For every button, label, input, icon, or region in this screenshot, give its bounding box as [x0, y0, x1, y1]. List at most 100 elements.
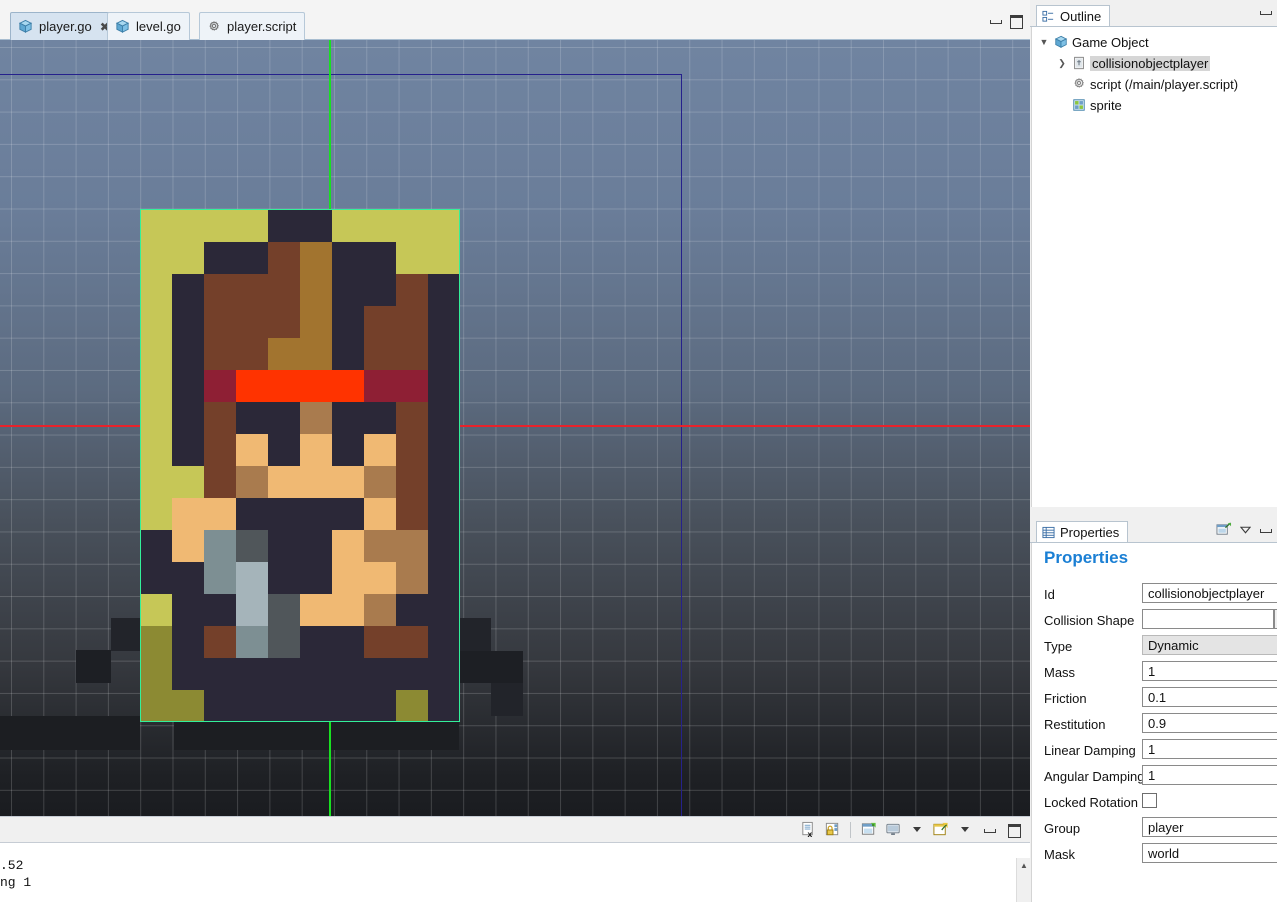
property-label: Angular Damping [1044, 769, 1144, 784]
property-label: Collision Shape [1044, 613, 1134, 628]
tab-label: player.script [227, 19, 296, 34]
tab-label: player.go [39, 19, 92, 34]
console-scrollbar[interactable]: ▲ [1016, 858, 1030, 902]
property-label: Friction [1044, 691, 1087, 706]
build-run-dropdown-caret[interactable] [954, 819, 976, 840]
property-value-field[interactable]: collisionobjectplayer [1142, 583, 1277, 603]
property-row: Collision Shape... [1032, 609, 1277, 635]
property-label: Mass [1044, 665, 1075, 680]
property-value-field[interactable]: 1 [1142, 661, 1277, 681]
chevron-right-icon[interactable]: ❯ [1056, 58, 1068, 69]
tree-item-collisionobjectplayer[interactable]: ❯ collisionobjectplayer [1032, 54, 1277, 72]
right-panel-stack: Outline ▼ Game Object ❯ collisionobjectplay… [1030, 0, 1277, 902]
property-label: Group [1044, 821, 1080, 836]
property-value-field[interactable]: 1 [1142, 765, 1277, 785]
property-value-field[interactable]: 0.9 [1142, 713, 1277, 733]
script-gear-icon [1072, 77, 1086, 91]
collision-object-icon [1072, 56, 1086, 70]
editor-window-controls [989, 15, 1022, 26]
tab-label: Properties [1060, 525, 1119, 540]
game-object-icon [115, 19, 130, 34]
tree-item-sprite[interactable]: sprite [1032, 96, 1277, 114]
chevron-down-icon[interactable]: ▼ [1038, 37, 1050, 47]
toolbar-separator [850, 822, 851, 838]
properties-icon [1042, 526, 1055, 539]
property-row: Id collisionobjectplayer [1032, 583, 1277, 609]
tab-level-go[interactable]: level.go [107, 12, 190, 40]
tab-player-go[interactable]: player.go ✖ [10, 12, 119, 40]
property-label: Type [1044, 639, 1072, 654]
property-label: Mask [1044, 847, 1075, 862]
outline-tab-bar: Outline [1030, 0, 1277, 27]
collision-shape-outline[interactable] [140, 209, 460, 722]
property-row: Linear Damping 1 [1032, 739, 1277, 765]
editor-bottom-toolbar: x [0, 816, 1030, 843]
property-row: Friction 0.1 [1032, 687, 1277, 713]
property-value-field[interactable]: 1 [1142, 739, 1277, 759]
minimize-icon[interactable] [1259, 6, 1272, 17]
tab-player-script[interactable]: player.script [199, 12, 305, 40]
maximize-icon[interactable] [1002, 819, 1024, 840]
outline-panel-controls [1259, 6, 1272, 17]
property-checkbox[interactable] [1142, 793, 1157, 808]
property-row: Mask world [1032, 843, 1277, 869]
script-gear-icon [207, 20, 221, 34]
tab-properties[interactable]: Properties [1036, 521, 1128, 543]
property-row: Locked Rotation [1032, 791, 1277, 817]
property-value-field[interactable]: world [1142, 843, 1277, 863]
build-run-icon[interactable] [930, 819, 952, 840]
remove-tile-icon[interactable]: x [797, 819, 819, 840]
sprite-icon [1072, 98, 1086, 112]
console-output: .52 ng 1 [0, 857, 31, 891]
tree-item-label: script (/main/player.script) [1090, 77, 1238, 92]
property-value-field[interactable]: 0.1 [1142, 687, 1277, 707]
property-label: Id [1044, 587, 1055, 602]
display-profile-dropdown-caret[interactable] [906, 819, 928, 840]
view-menu-caret-icon[interactable] [1240, 526, 1251, 534]
minimize-icon[interactable] [1259, 524, 1272, 535]
property-label: Linear Damping [1044, 743, 1136, 758]
page-title: Properties [1044, 548, 1128, 568]
new-collection-icon[interactable] [858, 819, 880, 840]
editor-area: player.go ✖ level.go [0, 0, 1030, 902]
tab-label: level.go [136, 19, 181, 34]
tree-item-label: Game Object [1072, 35, 1149, 50]
maximize-glyph [1007, 824, 1020, 835]
tab-outline[interactable]: Outline [1036, 5, 1110, 27]
game-object-icon [1054, 35, 1068, 49]
outline-icon [1042, 10, 1055, 23]
properties-form: Properties Id collisionobjectplayer Collis… [1031, 543, 1277, 902]
tab-strip-empty [313, 12, 970, 40]
display-profile-icon[interactable] [882, 819, 904, 840]
property-row: Restitution 0.9 [1032, 713, 1277, 739]
maximize-icon[interactable] [1009, 15, 1022, 26]
properties-panel-controls [1216, 522, 1272, 537]
tree-item-label: collisionobjectplayer [1090, 56, 1210, 71]
tree-item-game[interactable]: ▼ Game Object [1032, 33, 1277, 51]
svg-text:x: x [807, 829, 812, 838]
outline-tree[interactable]: ▼ Game Object ❯ collisionobjectplayer script… [1031, 27, 1277, 507]
console-view: .52 ng 1 ▲ [0, 843, 1030, 902]
property-value-field[interactable]: player [1142, 817, 1277, 837]
minimize-icon[interactable] [978, 819, 1000, 840]
property-value-field[interactable] [1142, 609, 1274, 629]
property-value-field: Dynamic [1142, 635, 1277, 655]
tree-item-script[interactable]: script (/main/player.script) [1032, 75, 1277, 93]
properties-tab-bar: Properties [1030, 516, 1277, 543]
pin-icon[interactable] [1216, 522, 1232, 537]
game-object-icon [18, 19, 33, 34]
minimize-icon[interactable] [989, 15, 1002, 26]
property-row: Mass 1 [1032, 661, 1277, 687]
minimize-glyph [983, 824, 996, 835]
property-row: Type Dynamic [1032, 635, 1277, 661]
property-label: Locked Rotation [1044, 795, 1138, 810]
scene-canvas[interactable] [0, 40, 1030, 816]
property-label: Restitution [1044, 717, 1105, 732]
property-row: Angular Damping1 [1032, 765, 1277, 791]
tree-item-label: sprite [1090, 98, 1122, 113]
lock-tile-icon[interactable] [821, 819, 843, 840]
editor-tab-bar: player.go ✖ level.go [0, 0, 1030, 40]
scroll-up-icon[interactable]: ▲ [1017, 858, 1031, 872]
property-row: Group player [1032, 817, 1277, 843]
defold-editor-window: player.go ✖ level.go [0, 0, 1277, 902]
